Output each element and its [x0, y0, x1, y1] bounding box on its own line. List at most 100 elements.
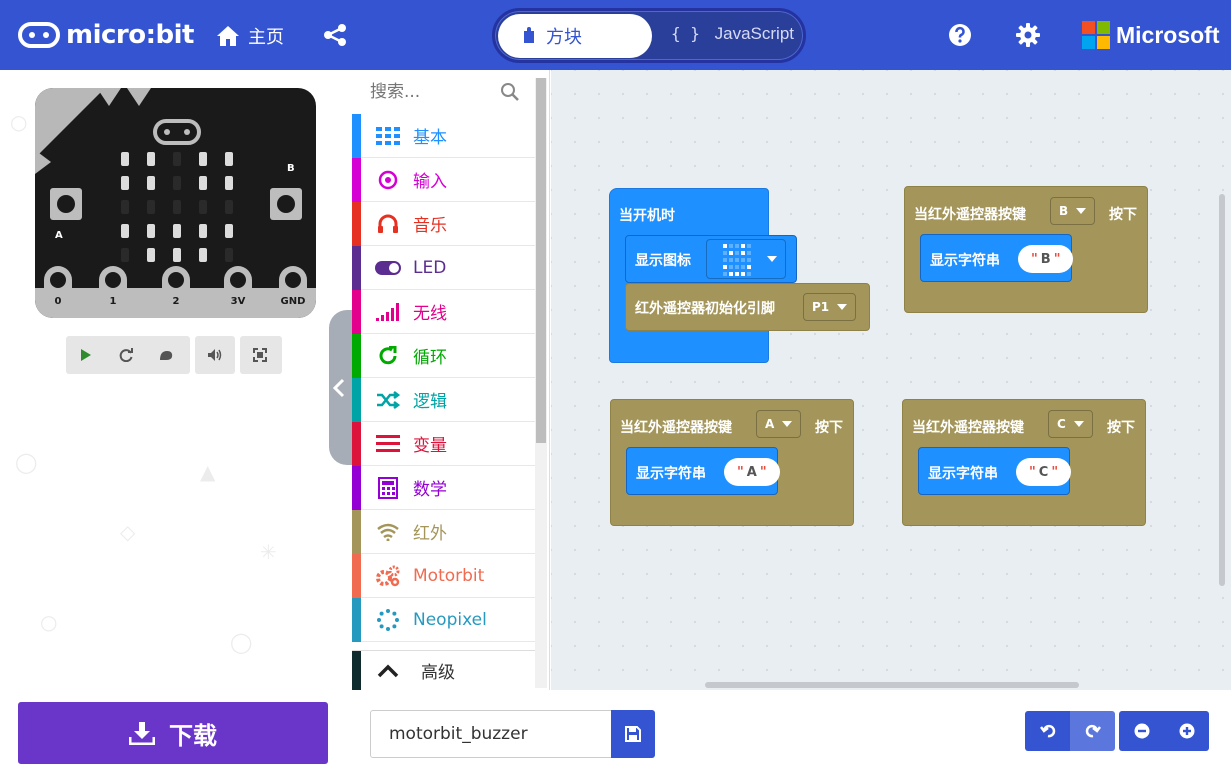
button-b[interactable] [270, 188, 302, 220]
ir-init-block[interactable]: 红外遥控器初始化引脚 P1 [625, 283, 870, 331]
home-button[interactable]: 主页 [216, 23, 284, 49]
category-led[interactable]: LED [352, 245, 535, 290]
list-icon [376, 434, 400, 452]
led [173, 248, 181, 262]
ir-key-dropdown[interactable]: C [1048, 410, 1093, 438]
toolbox-scrollbar[interactable] [535, 78, 547, 688]
show-string-block[interactable]: 显示字符串 " B " [920, 234, 1074, 282]
category-input[interactable]: 输入 [352, 157, 535, 202]
led [147, 152, 155, 166]
redo-icon [1085, 724, 1101, 738]
block-title: 当红外遥控器按键 [914, 207, 1026, 223]
workspace-vertical-scrollbar[interactable] [1219, 194, 1225, 586]
ir-key-dropdown[interactable]: A [756, 410, 802, 438]
share-icon [324, 24, 346, 46]
gear-icon [1016, 23, 1040, 47]
board-corner-decoration [35, 150, 51, 174]
category-variables[interactable]: 变量 [352, 421, 535, 466]
shuffle-icon [377, 390, 400, 409]
blocks-workspace[interactable]: 当开机时 显示图标 红外遥控器初始化引脚 P1 当红外遥控器按键 B 按下 显示… [551, 70, 1231, 690]
led [225, 176, 233, 190]
category-stripe [352, 113, 361, 158]
toggle-icon [375, 260, 401, 275]
block-label: 红外遥控器初始化引脚 [635, 301, 775, 317]
refresh-icon [379, 345, 397, 364]
ir-key-dropdown[interactable]: B [1050, 197, 1096, 225]
footer-bar: 下载 [0, 690, 1231, 775]
led [147, 248, 155, 262]
string-input[interactable]: " B " [1018, 245, 1074, 273]
icon-dropdown[interactable] [706, 239, 786, 279]
category-math[interactable]: 数学 [352, 465, 535, 510]
project-name-input[interactable] [370, 710, 612, 758]
category-logic[interactable]: 逻辑 [352, 377, 535, 422]
save-button[interactable] [611, 710, 655, 758]
background-decoration: ◯ [15, 450, 38, 474]
restart-button[interactable] [106, 348, 146, 362]
microsoft-logo-icon [1082, 21, 1110, 49]
tab-javascript[interactable]: { } JavaScript [671, 24, 794, 44]
category-radio[interactable]: 无线 [352, 289, 535, 334]
minus-circle-icon [1134, 723, 1149, 739]
show-icon-block[interactable]: 显示图标 [625, 235, 797, 283]
calculator-icon [378, 476, 398, 499]
category-label: 数学 [413, 480, 447, 500]
search-icon[interactable] [500, 82, 520, 102]
string-input[interactable]: " A " [724, 458, 780, 486]
background-decoration: ▲ [200, 460, 216, 484]
led [199, 176, 207, 190]
workspace-horizontal-scrollbar[interactable] [705, 682, 1079, 688]
category-loops[interactable]: 循环 [352, 333, 535, 378]
download-button[interactable]: 下载 [18, 702, 328, 764]
microsoft-logo[interactable]: Microsoft [1082, 21, 1220, 49]
string-input[interactable]: " C " [1016, 458, 1072, 486]
category-advanced[interactable]: 高级 [352, 650, 535, 691]
button-a[interactable] [50, 188, 82, 220]
background-decoration: ○ [40, 610, 58, 634]
category-stripe [352, 421, 361, 466]
slowmo-button[interactable] [146, 348, 186, 362]
led [147, 176, 155, 190]
smiley-icon [723, 244, 751, 276]
editor-toggle: 方块 { } JavaScript [492, 8, 806, 63]
background-decoration: ◯ [230, 630, 253, 654]
share-button[interactable] [323, 23, 347, 51]
search-input[interactable] [370, 82, 500, 102]
ir-pin-dropdown[interactable]: P1 [803, 293, 857, 321]
redo-button[interactable] [1070, 711, 1115, 751]
category-motorbit[interactable]: Motorbit [352, 553, 535, 598]
scrollbar-thumb[interactable] [536, 78, 546, 443]
help-button[interactable] [948, 23, 972, 51]
show-string-block[interactable]: 显示字符串 " A " [626, 447, 780, 495]
settings-button[interactable] [1016, 23, 1040, 51]
board-corner-decoration [35, 88, 105, 158]
category-stripe [352, 597, 361, 642]
block-label: 显示字符串 [636, 466, 706, 482]
undo-button[interactable] [1025, 711, 1070, 751]
microbit-logo[interactable]: micro:bit [18, 20, 194, 50]
collapse-simulator-button[interactable] [329, 310, 352, 465]
chevron-down-icon [1073, 421, 1084, 427]
mute-button[interactable] [195, 336, 235, 374]
show-string-block[interactable]: 显示字符串 " C " [918, 447, 1072, 495]
led [199, 152, 207, 166]
category-stripe [352, 245, 361, 290]
category-ir[interactable]: 红外 [352, 509, 535, 554]
play-button[interactable] [66, 348, 106, 362]
led [173, 176, 181, 190]
category-music[interactable]: 音乐 [352, 201, 535, 246]
zoom-out-button[interactable] [1119, 711, 1164, 751]
dropdown-value: P1 [812, 300, 830, 314]
led [225, 248, 233, 262]
toolbox-search [352, 70, 535, 114]
tab-blocks[interactable]: 方块 [498, 14, 652, 58]
led [121, 152, 129, 166]
category-basic[interactable]: 基本 [352, 113, 535, 158]
category-neopixel[interactable]: Neopixel [352, 597, 535, 642]
microbit-board[interactable]: A B 0 1 2 3V GND [35, 88, 316, 318]
fullscreen-icon [253, 348, 267, 362]
zoom-in-button[interactable] [1164, 711, 1209, 751]
led [147, 200, 155, 214]
fullscreen-button[interactable] [240, 336, 282, 374]
category-label: 音乐 [413, 216, 447, 236]
